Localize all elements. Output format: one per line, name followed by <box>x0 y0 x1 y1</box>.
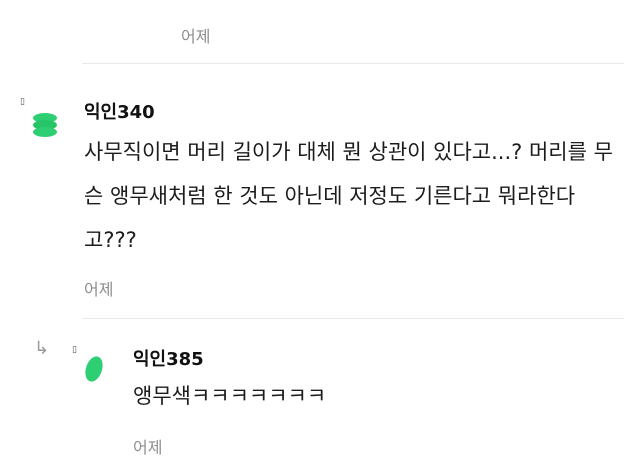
avatar-stack-icon <box>33 113 57 137</box>
comment-text: 사무직이면 머리 길이가 대체 뭔 상관이 있다고...? 머리를 무슨 앵무새… <box>84 140 613 252</box>
comment-divider <box>82 318 624 319</box>
comment-divider <box>82 63 624 64</box>
author-name[interactable]: 익인385 <box>133 345 204 371</box>
avatar-leaf-icon <box>85 356 103 382</box>
timestamp: 어제 <box>133 438 163 457</box>
avatar <box>85 356 103 382</box>
timestamp: 어제 <box>181 27 211 46</box>
avatar <box>33 113 57 137</box>
marker-icon: ▯ <box>72 345 77 355</box>
marker-icon: ▯ <box>20 97 25 107</box>
author-name[interactable]: 익인340 <box>84 98 155 124</box>
reply-text: 앵무색ㅋㅋㅋㅋㅋㅋㅋ <box>133 384 327 408</box>
reply-arrow-icon: ↳ <box>34 338 50 359</box>
timestamp: 어제 <box>84 280 114 299</box>
